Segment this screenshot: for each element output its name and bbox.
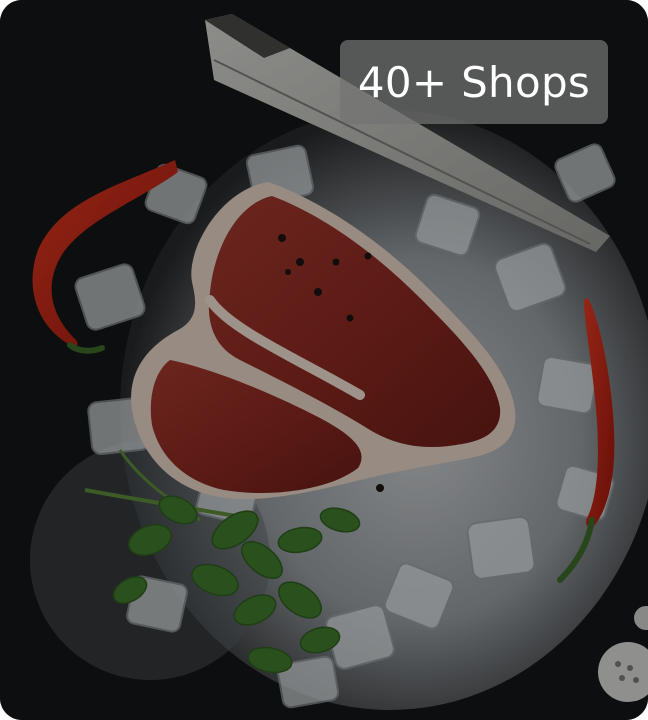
shop-count-badge: 40+ Shops <box>340 40 608 124</box>
shop-count-label: 40+ Shops <box>357 57 591 107</box>
shop-count-card[interactable]: 40+ Shops <box>0 0 648 720</box>
